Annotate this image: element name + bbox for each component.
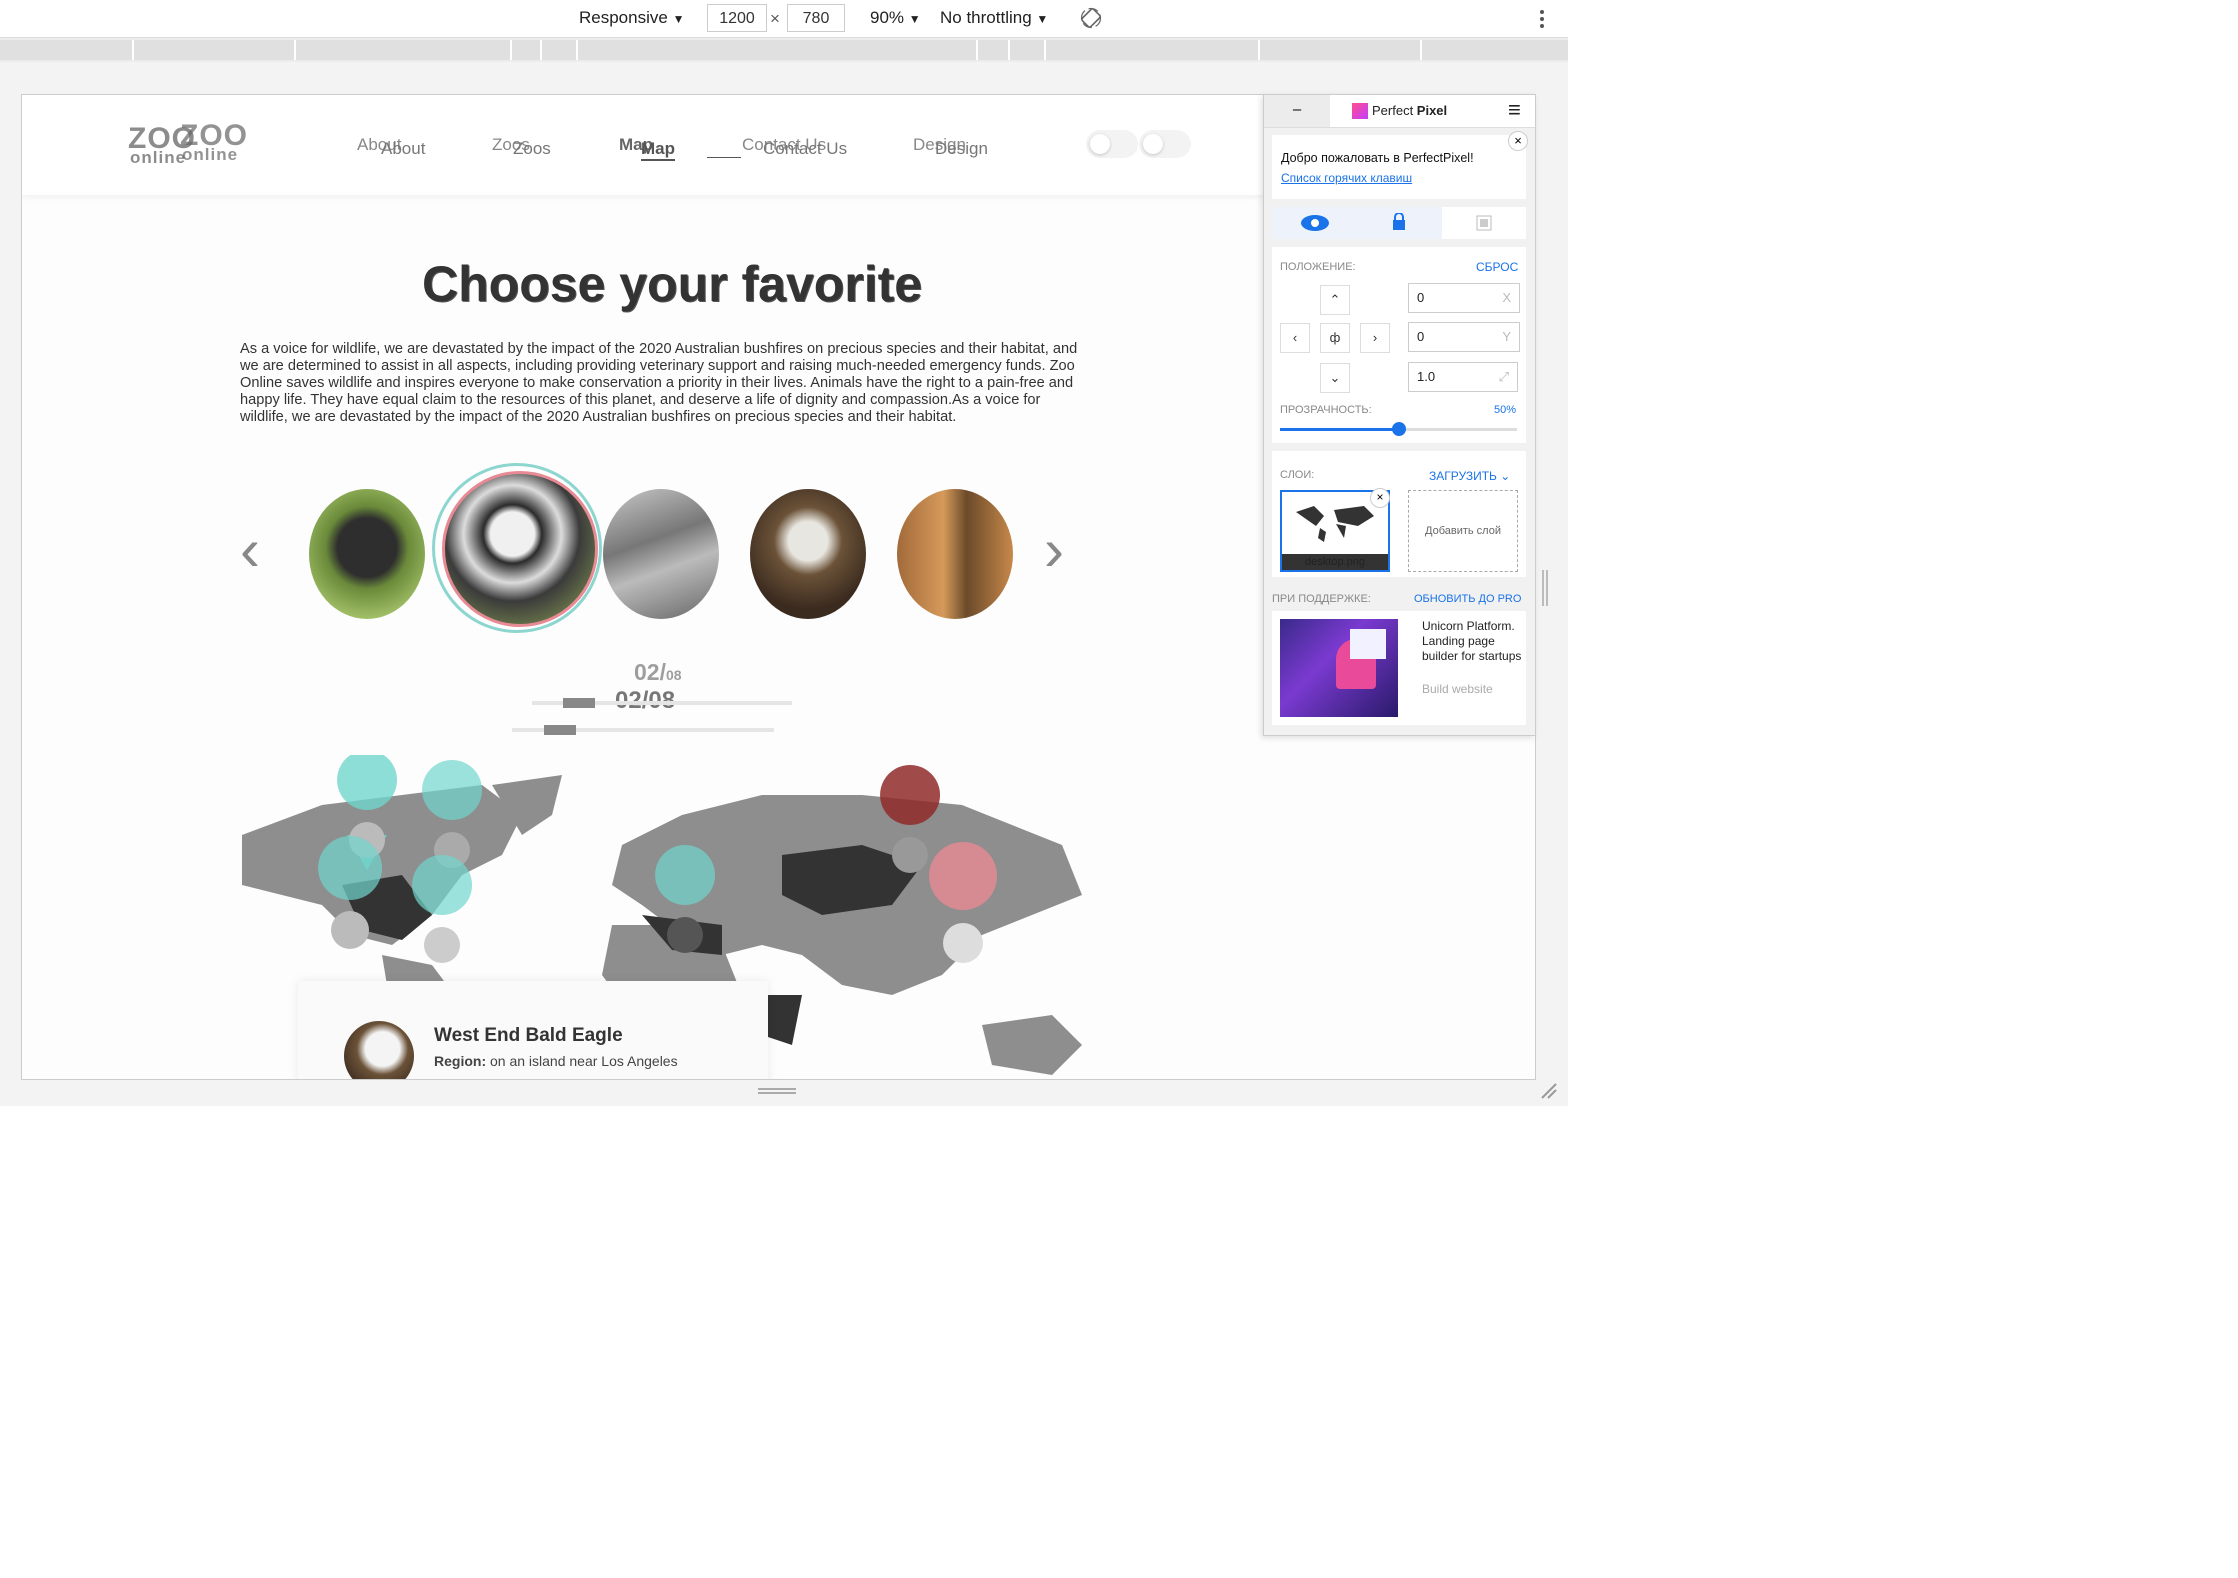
viewport-bottom-resize-handle[interactable]	[758, 1088, 796, 1094]
pp-welcome-box: Добро пожаловать в PerfectPixel! Список …	[1272, 131, 1528, 199]
animal-panda-selected[interactable]	[442, 471, 598, 627]
pp-ad-text: Unicorn Platform. Landing page builder f…	[1422, 619, 1522, 663]
throttling-select[interactable]: No throttling ▼	[940, 8, 1048, 28]
nav-map[interactable]: Map	[641, 139, 675, 161]
card-region: Region: on an island near Los Angeles	[434, 1053, 678, 1069]
pp-opacity-fill	[1280, 428, 1399, 431]
pp-layer-name: desktop.png	[1282, 554, 1388, 570]
more-options-icon[interactable]	[1538, 9, 1546, 29]
pp-position-box: ПОЛОЖЕНИЕ: СБРОС ⌃ ‹ ф › ⌄ 0X 0Y 1.0 ⤢ ПР…	[1272, 247, 1526, 443]
dimension-separator: ×	[770, 9, 780, 28]
carousel-prev-arrow[interactable]: ‹	[240, 515, 260, 584]
pp-layer-thumbnail[interactable]: desktop.png ×	[1280, 488, 1390, 572]
pp-layers-label: СЛОИ:	[1280, 469, 1315, 481]
pp-opacity-label: ПРОЗРАЧНОСТЬ:	[1280, 404, 1372, 416]
pp-add-layer-button[interactable]: Добавить слой	[1408, 490, 1518, 572]
move-up-button[interactable]: ⌃	[1320, 285, 1350, 315]
pp-hotkeys-link[interactable]: Список горячих клавиш	[1281, 171, 1412, 185]
theme-toggle[interactable]	[1139, 130, 1191, 158]
animal-info-card[interactable]: West End Bald Eagle Region: on an island…	[298, 981, 768, 1079]
center-button[interactable]: ф	[1320, 323, 1350, 353]
pp-upgrade-link[interactable]: ОБНОВИТЬ ДО PRO	[1414, 593, 1521, 605]
zoom-select[interactable]: 90% ▼	[870, 8, 921, 28]
nav-underline-overlay	[707, 157, 741, 158]
pp-reset-button[interactable]: СБРОС	[1476, 260, 1518, 274]
pp-mode-tabs	[1272, 207, 1526, 239]
pp-menu-icon[interactable]: ≡	[1508, 97, 1521, 123]
nav-zoos[interactable]: Zoos	[513, 139, 551, 159]
nav-design[interactable]: Design	[935, 139, 988, 159]
pp-support-label: ПРИ ПОДДЕРЖКЕ:	[1272, 593, 1371, 605]
theme-toggle-overlay[interactable]	[1086, 130, 1138, 158]
move-left-button[interactable]: ‹	[1280, 323, 1310, 353]
slider-thumb-overlay[interactable]	[563, 698, 595, 708]
slide-counter-overlay: 02/08	[634, 659, 682, 685]
animal-gorilla[interactable]	[309, 489, 425, 619]
carousel-next-arrow[interactable]: ›	[1044, 515, 1064, 584]
move-down-button[interactable]: ⌄	[1320, 363, 1350, 393]
pp-opacity-knob[interactable]	[1391, 422, 1406, 436]
pp-upload-button[interactable]: ЗАГРУЗИТЬ ⌄	[1429, 469, 1510, 483]
pp-opacity-value: 50%	[1494, 404, 1517, 416]
intro-paragraph: As a voice for wildlife, we are devastat…	[240, 341, 1078, 425]
animal-snake[interactable]	[603, 489, 719, 619]
pp-x-input[interactable]: 0X	[1408, 283, 1520, 313]
card-eagle-avatar	[344, 1021, 414, 1079]
eye-icon[interactable]	[1300, 214, 1330, 232]
media-query-ruler[interactable]	[0, 38, 1570, 62]
device-select[interactable]: Responsive ▼	[579, 8, 684, 28]
scale-icon: ⤢	[1498, 369, 1509, 384]
invert-icon[interactable]	[1476, 215, 1492, 231]
viewport-width-input[interactable]: 1200	[707, 4, 767, 32]
animal-eagle[interactable]	[750, 489, 866, 619]
viewport-resize-handle[interactable]	[1542, 570, 1548, 606]
pp-position-label: ПОЛОЖЕНИЕ:	[1280, 261, 1356, 273]
pp-brand: Perfect Pixel	[1372, 103, 1448, 118]
slider-thumb[interactable]	[544, 725, 576, 735]
animal-tiger[interactable]	[897, 489, 1013, 619]
viewport-height-input[interactable]: 780	[787, 4, 845, 32]
pp-logo-icon	[1352, 103, 1368, 119]
pp-ad-image	[1280, 619, 1398, 717]
card-title: West End Bald Eagle	[434, 1025, 623, 1046]
perfect-pixel-panel: – Perfect Pixel ≡ Добро пожаловать в Per…	[1263, 94, 1536, 736]
pp-welcome-text: Добро пожаловать в PerfectPixel!	[1281, 151, 1474, 165]
pp-close-welcome-button[interactable]: ×	[1508, 131, 1528, 151]
logo[interactable]: ZOO online	[180, 119, 248, 165]
pp-ad-box[interactable]: Unicorn Platform. Landing page builder f…	[1272, 611, 1526, 725]
nav-about[interactable]: About	[381, 139, 425, 159]
chevron-down-icon: ⌄	[1500, 469, 1511, 483]
pp-scale-input[interactable]: 1.0 ⤢	[1408, 362, 1518, 392]
pp-minimize-button[interactable]: –	[1264, 95, 1330, 127]
pp-ad-link[interactable]: Build website	[1422, 682, 1493, 696]
page-title: Choose your favorite	[422, 256, 923, 312]
move-right-button[interactable]: ›	[1360, 323, 1390, 353]
pp-header: – Perfect Pixel ≡	[1264, 95, 1535, 128]
lock-icon[interactable]	[1392, 213, 1406, 231]
devtools-toolbar: Responsive ▼ 1200 × 780 90% ▼ No throttl…	[0, 0, 1568, 38]
pp-y-input[interactable]: 0Y	[1408, 322, 1520, 352]
rotate-icon[interactable]	[1080, 7, 1102, 29]
pp-remove-layer-button[interactable]: ×	[1370, 488, 1390, 508]
corner-resize-icon[interactable]	[1540, 1082, 1558, 1100]
nav-contact-us[interactable]: Contact Us	[763, 139, 847, 159]
pp-opacity-track[interactable]	[1280, 422, 1517, 436]
pp-layers-box: СЛОИ: ЗАГРУЗИТЬ ⌄ desktop.png × Добавить…	[1272, 451, 1526, 577]
